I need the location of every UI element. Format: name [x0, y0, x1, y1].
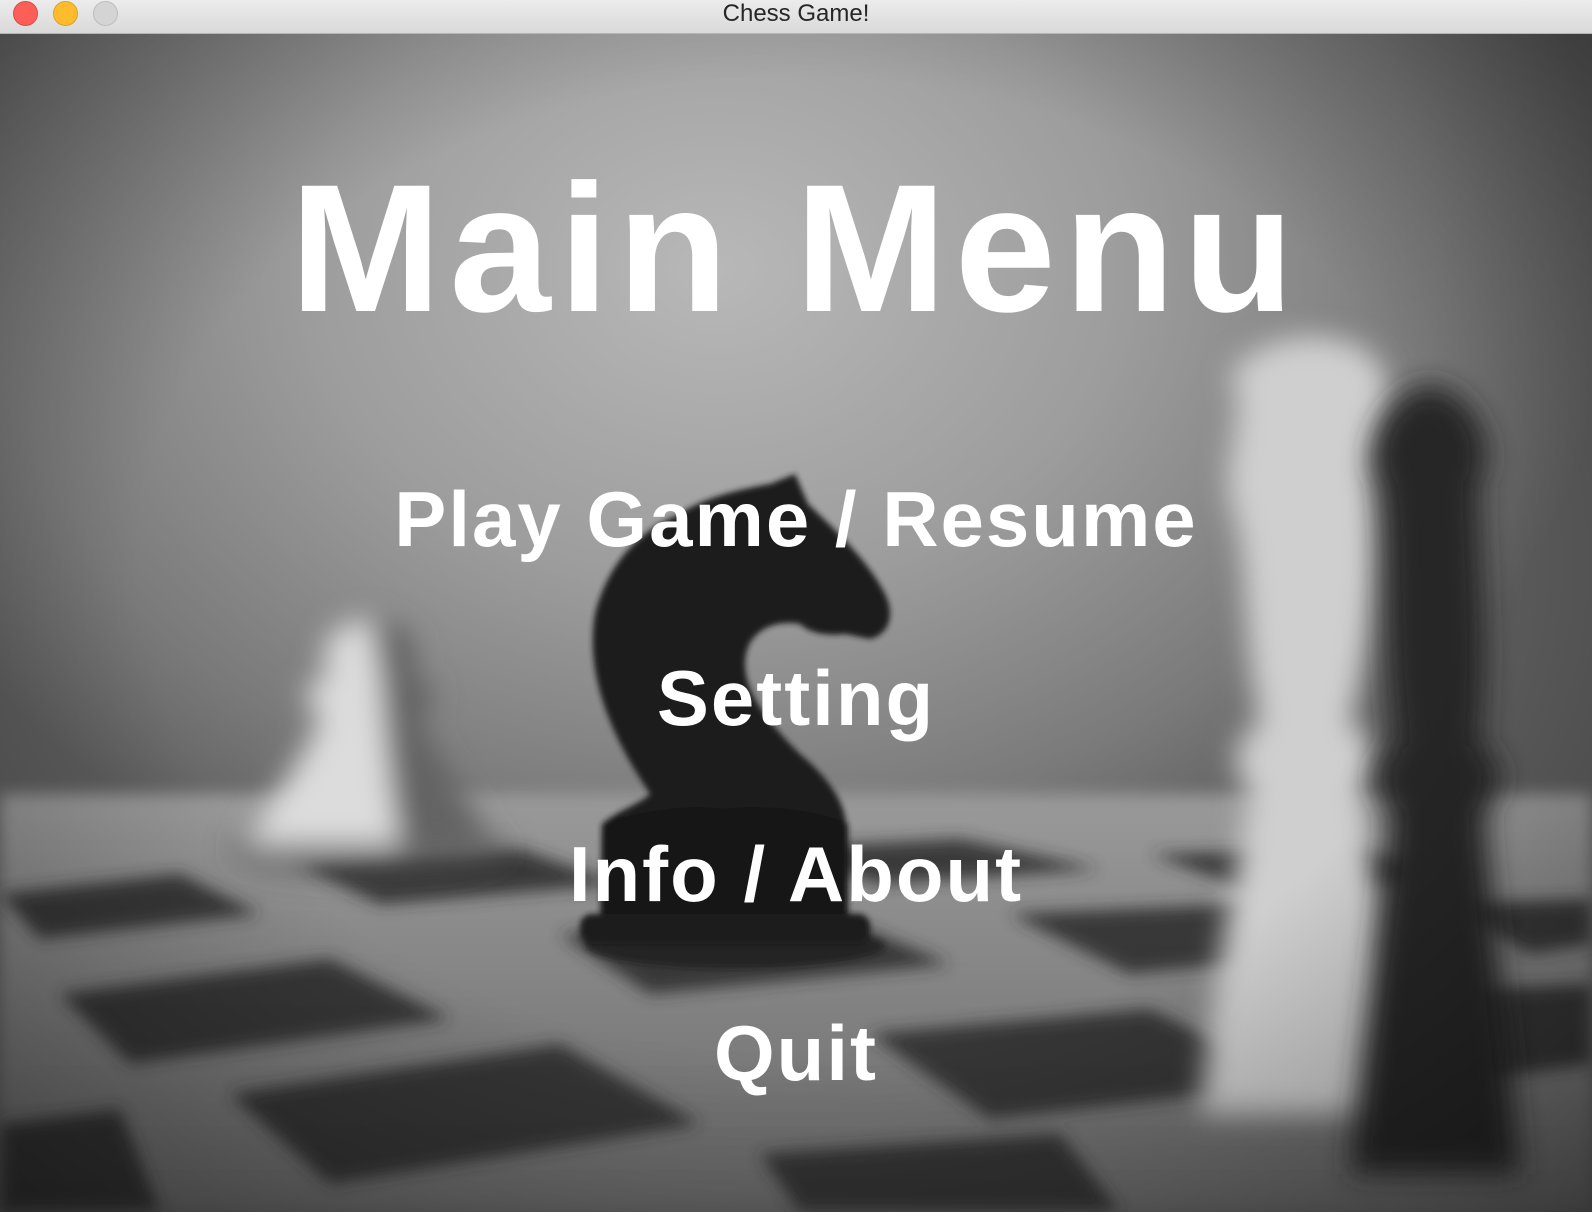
window-title: Chess Game! [722, 0, 870, 27]
info-about-button[interactable]: Info / About [0, 835, 1592, 913]
app-window: Chess Game! Main Menu Play Game / Resume… [0, 0, 1592, 1212]
main-menu-title: Main Menu [289, 146, 1303, 350]
game-canvas: Main Menu Play Game / Resume Setting Inf… [0, 34, 1592, 1212]
title-bar[interactable]: Chess Game! [0, 0, 1592, 34]
quit-button[interactable]: Quit [0, 1014, 1592, 1092]
play-game-resume-button[interactable]: Play Game / Resume [0, 480, 1592, 558]
setting-button[interactable]: Setting [0, 659, 1592, 737]
